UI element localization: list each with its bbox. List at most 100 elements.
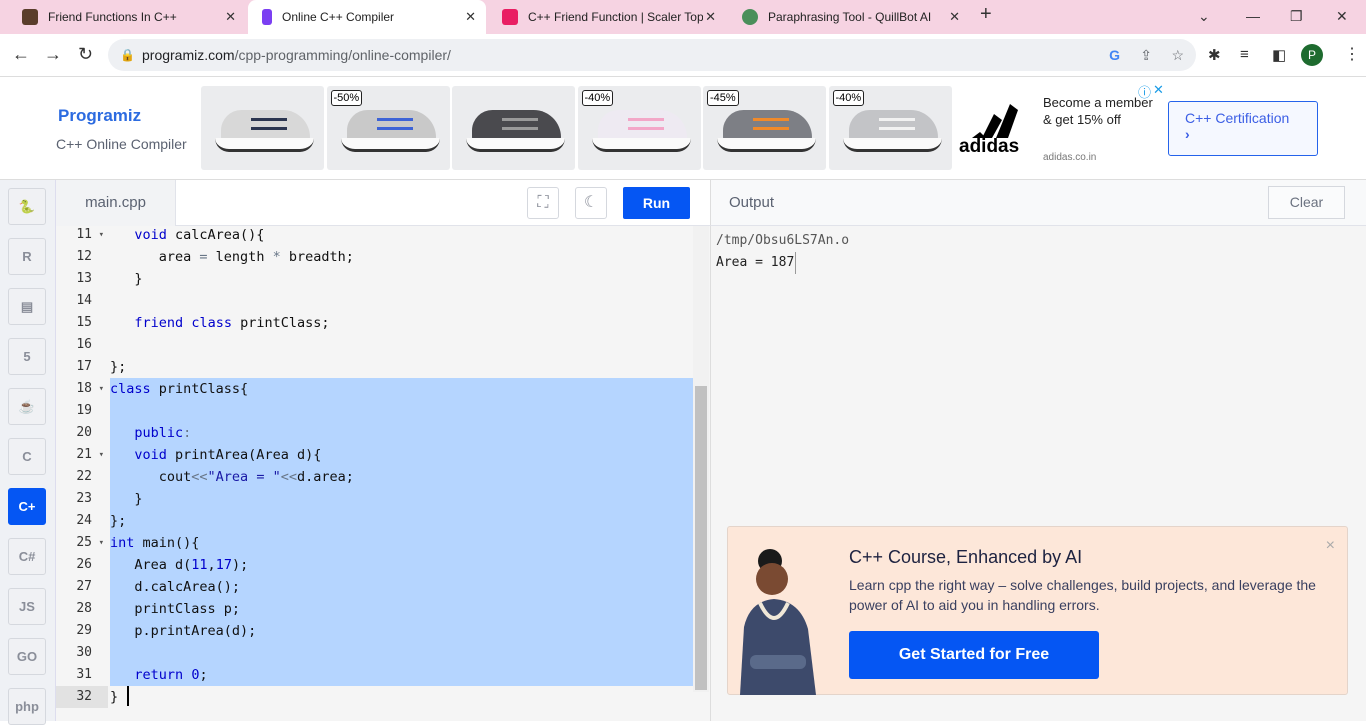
new-tab-button[interactable]: + bbox=[980, 3, 992, 26]
code-line[interactable]: return 0; bbox=[110, 664, 207, 686]
close-tab-icon[interactable]: ✕ bbox=[705, 9, 716, 25]
clear-button[interactable]: Clear bbox=[1268, 186, 1345, 219]
back-icon[interactable]: ← bbox=[12, 44, 30, 65]
quillbot-favicon-icon bbox=[742, 9, 758, 25]
code-token: d.area; bbox=[296, 469, 354, 485]
code-token: length bbox=[207, 249, 273, 265]
close-tab-icon[interactable]: ✕ bbox=[465, 9, 476, 25]
editor-scrollbar[interactable] bbox=[693, 226, 709, 692]
tab-title: Friend Functions In C++ bbox=[48, 10, 177, 24]
code-line[interactable]: } bbox=[110, 686, 118, 708]
close-tab-icon[interactable]: ✕ bbox=[949, 9, 960, 25]
url-domain: programiz.com bbox=[142, 47, 235, 63]
code-line[interactable]: p.printArea(d); bbox=[110, 620, 256, 642]
file-tab-main-cpp[interactable]: main.cpp bbox=[56, 180, 176, 226]
run-button[interactable]: Run bbox=[623, 187, 690, 219]
language-php-button[interactable]: php bbox=[8, 688, 46, 725]
language-c-button[interactable]: C bbox=[8, 438, 46, 475]
tab-quillbot[interactable]: Paraphrasing Tool - QuillBot AI ✕ bbox=[728, 0, 970, 34]
promo-description: Learn cpp the right way – solve challeng… bbox=[849, 577, 1316, 613]
ad-tagline[interactable]: Become a member & get 15% off bbox=[1043, 94, 1153, 128]
language-java-button[interactable]: ☕ bbox=[8, 388, 46, 425]
close-tab-icon[interactable]: ✕ bbox=[225, 9, 236, 25]
minimize-button[interactable]: — bbox=[1246, 8, 1260, 24]
op-token: * bbox=[272, 249, 281, 265]
reload-icon[interactable]: ↻ bbox=[78, 44, 93, 65]
shoe-sole bbox=[466, 138, 565, 152]
shoe-ad-tile[interactable]: -40% bbox=[577, 86, 701, 170]
language-r-button[interactable]: R bbox=[8, 238, 46, 275]
programiz-logo[interactable]: Programiz bbox=[58, 106, 141, 126]
code-line[interactable]: int main(){ bbox=[110, 532, 199, 554]
scrollbar-thumb[interactable] bbox=[695, 386, 707, 690]
tab-search-icon[interactable]: ⌄ bbox=[1198, 8, 1210, 25]
shoe-ad-tile[interactable]: -40% bbox=[828, 86, 952, 170]
language-python-button[interactable]: 🐍 bbox=[8, 188, 46, 225]
restore-button[interactable]: ❐ bbox=[1290, 8, 1303, 25]
tab-friend-functions[interactable]: Friend Functions In C++ ✕ bbox=[8, 0, 246, 34]
language-sql-button[interactable]: ▤ bbox=[8, 288, 46, 325]
kw-token: friend bbox=[134, 315, 184, 331]
csharp-icon: C# bbox=[18, 549, 36, 564]
extensions-icon[interactable]: ✱ bbox=[1208, 46, 1221, 64]
ad-banner: Programiz C++ Online Compiler -50% -40% -4… bbox=[0, 78, 1366, 180]
code-line[interactable]: class printClass{ bbox=[110, 378, 248, 400]
language-csharp-button[interactable]: C# bbox=[8, 538, 46, 575]
get-started-button[interactable]: Get Started for Free bbox=[849, 631, 1099, 679]
shoe-ad-tile[interactable] bbox=[452, 86, 575, 170]
r-icon: R bbox=[22, 249, 32, 264]
code-line[interactable]: public: bbox=[110, 422, 191, 444]
media-icon[interactable]: ≡ bbox=[1240, 46, 1249, 63]
profile-avatar[interactable]: P bbox=[1301, 44, 1323, 66]
kw-token: public bbox=[134, 425, 184, 441]
promo-title: C++ Course, Enhanced by AI bbox=[849, 547, 1083, 567]
ad-close-icon[interactable]: ✕ bbox=[1153, 82, 1164, 98]
promo-close-icon[interactable]: × bbox=[1326, 537, 1335, 555]
code-line[interactable]: } bbox=[110, 268, 142, 290]
fullscreen-icon[interactable]: ⛶ bbox=[527, 187, 559, 219]
ad-info-icon[interactable]: ⓘ bbox=[1138, 82, 1151, 101]
code-line[interactable]: friend class printClass; bbox=[110, 312, 330, 334]
dark-mode-moon-icon[interactable]: ☾ bbox=[575, 187, 607, 219]
url-input[interactable]: 🔒 programiz.com/cpp-programming/online-c… bbox=[108, 39, 1196, 71]
code-line[interactable]: Area d(11,17); bbox=[110, 554, 248, 576]
close-window-button[interactable]: ✕ bbox=[1336, 8, 1348, 25]
language-sidebar: 🐍 R ▤ 5 ☕ C C+ C# JS GO php bbox=[0, 180, 56, 725]
code-line[interactable]: cout<<"Area = "<<d.area; bbox=[110, 466, 354, 488]
code-line[interactable]: d.calcArea(); bbox=[110, 576, 240, 598]
php-icon: php bbox=[15, 699, 39, 714]
google-icon[interactable]: G bbox=[1109, 39, 1120, 71]
bookmark-star-icon[interactable]: ☆ bbox=[1171, 39, 1184, 71]
code-line[interactable]: printClass p; bbox=[110, 598, 240, 620]
tab-online-compiler[interactable]: Online C++ Compiler ✕ bbox=[248, 0, 486, 34]
code-line[interactable]: area = length * breadth; bbox=[110, 246, 354, 268]
kw-token: void bbox=[134, 227, 167, 243]
code-line[interactable]: void calcArea(){ bbox=[110, 224, 264, 246]
forward-icon[interactable]: → bbox=[44, 44, 62, 65]
code-line[interactable]: void printArea(Area d){ bbox=[110, 444, 321, 466]
tab-title: Online C++ Compiler bbox=[282, 10, 395, 24]
menu-icon[interactable]: ⋮ bbox=[1344, 44, 1360, 64]
output-line: Area = 187 bbox=[716, 252, 797, 274]
language-go-button[interactable]: GO bbox=[8, 638, 46, 675]
code-editor[interactable]: 11 12 13 14 15 16 17 18 19 20 21 22 23 24 25 26 27 28 29 30… bbox=[56, 224, 710, 721]
side-panel-icon[interactable]: ◧ bbox=[1272, 46, 1286, 64]
language-html-button[interactable]: 5 bbox=[8, 338, 46, 375]
line-number: 20 bbox=[76, 425, 92, 440]
tab-scaler[interactable]: C++ Friend Function | Scaler Top ✕ bbox=[488, 0, 726, 34]
adidas-logo[interactable]: adidas bbox=[958, 100, 1038, 157]
line-number: 25 bbox=[56, 532, 108, 554]
shoe-stripes bbox=[878, 118, 915, 130]
code-line[interactable]: }; bbox=[110, 510, 126, 532]
shoe-ad-tile[interactable]: -50% bbox=[326, 86, 450, 170]
editor-header: main.cpp ⛶ ☾ Run bbox=[56, 180, 710, 226]
shoe-ad-tile[interactable]: -45% bbox=[703, 86, 826, 170]
share-icon[interactable]: ⇪ bbox=[1140, 39, 1152, 71]
cpp-certification-button[interactable]: C++ Certification › bbox=[1168, 101, 1318, 156]
code-line[interactable]: } bbox=[110, 488, 142, 510]
code-token: printClass; bbox=[231, 315, 330, 331]
language-js-button[interactable]: JS bbox=[8, 588, 46, 625]
shoe-ad-tile[interactable] bbox=[201, 86, 324, 170]
code-line[interactable]: }; bbox=[110, 356, 126, 378]
language-cpp-button[interactable]: C+ bbox=[8, 488, 46, 525]
